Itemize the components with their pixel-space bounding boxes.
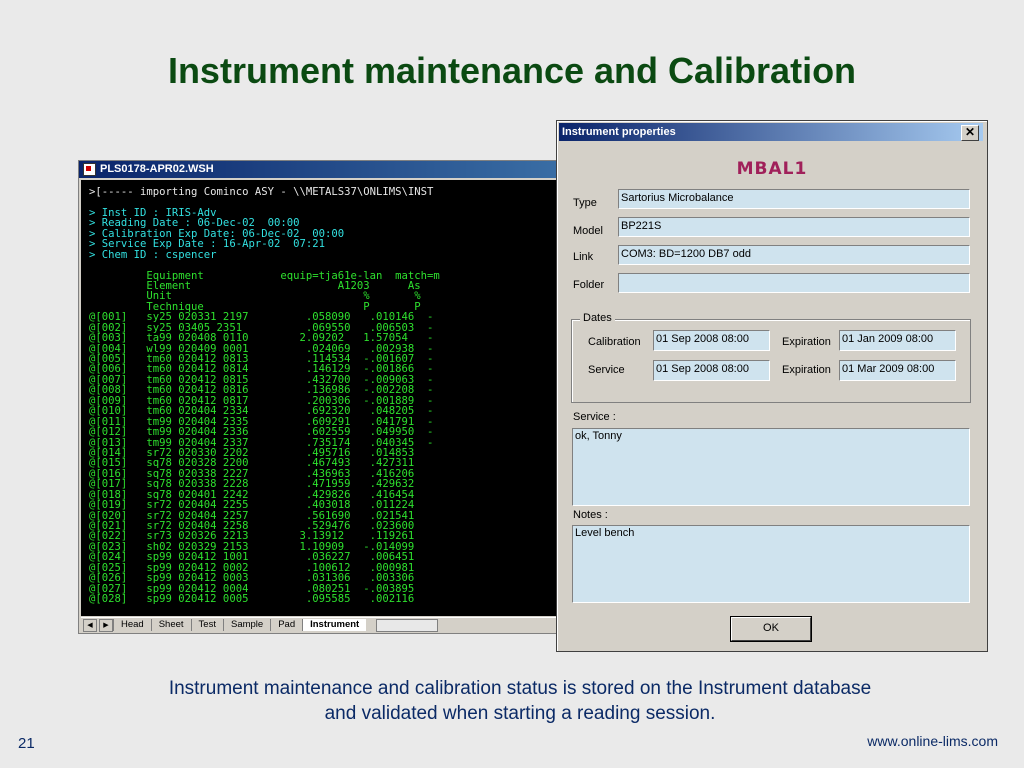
link-label: Link (573, 251, 594, 263)
close-icon[interactable]: ✕ (961, 125, 979, 141)
slide-title: Instrument maintenance and Calibration (167, 50, 857, 91)
type-label: Type (573, 197, 597, 209)
page-number: 21 (18, 735, 35, 752)
calibration-label: Calibration (588, 336, 641, 348)
terminal-line: @[003] ta99 020408 0110 2.09202 1.57054 … (89, 332, 434, 345)
terminal-line: @[019] sr72 020404 2255 .403018 .011224 (89, 499, 415, 512)
slide-caption: Instrument maintenance and calibration s… (60, 676, 980, 726)
terminal-titlebar: PLS0178-APR02.WSH (79, 161, 561, 178)
calibration-expiration-field[interactable]: 01 Jan 2009 08:00 (839, 330, 956, 351)
service-notes-label: Service : (573, 411, 616, 423)
service-date-field[interactable]: 01 Sep 2008 08:00 (653, 360, 770, 381)
service-expiration-label: Expiration (782, 364, 831, 376)
dates-group: Dates Calibration 01 Sep 2008 08:00 Expi… (571, 312, 971, 403)
horizontal-scrollbar[interactable] (376, 618, 439, 632)
calibration-date-field[interactable]: 01 Sep 2008 08:00 (653, 330, 770, 351)
ok-button[interactable]: OK (731, 617, 811, 641)
terminal-line: >[----- importing Cominco ASY - \\METALS… (89, 186, 434, 198)
instrument-id-heading: MBAL1 (736, 159, 808, 179)
terminal-line: > Chem ID : cspencer (89, 248, 217, 261)
type-field[interactable]: Sartorius Microbalance (618, 189, 970, 209)
dialog-titlebar: Instrument properties ✕ (559, 123, 983, 141)
tab-test[interactable]: Test (190, 619, 223, 631)
tab-sample[interactable]: Sample (222, 619, 270, 631)
terminal-line: @[028] sp99 020412 0005 .095585 .002116 (89, 593, 415, 606)
folder-field[interactable] (618, 273, 970, 293)
model-field[interactable]: BP221S (618, 217, 970, 237)
website-footer: www.online-lims.com (867, 733, 998, 749)
service-notes-textarea[interactable]: ok, Tonny (572, 428, 970, 506)
caption-line-2: and validated when starting a reading se… (324, 703, 716, 724)
tab-sheet[interactable]: Sheet (150, 619, 191, 631)
terminal-line: @[012] tm99 020404 2336 .602559 .049950 … (89, 426, 434, 439)
tab-head[interactable]: Head (113, 619, 151, 631)
dialog-title: Instrument properties (562, 126, 676, 138)
notes-label: Notes : (573, 509, 608, 521)
terminal-title: PLS0178-APR02.WSH (100, 163, 214, 175)
notes-textarea[interactable]: Level bench (572, 525, 970, 603)
instrument-properties-dialog: Instrument properties ✕ MBAL1 Type Sarto… (556, 120, 988, 652)
caption-line-1: Instrument maintenance and calibration s… (168, 678, 872, 699)
terminal-window: PLS0178-APR02.WSH >[----- importing Comi… (78, 160, 562, 634)
tab-scroll-left-icon[interactable]: ◀ (83, 618, 97, 632)
sheet-tabs: ◀ ▶ Head Sheet Test Sample Pad Instrument (81, 617, 559, 632)
app-icon (83, 163, 96, 176)
terminal-output: >[----- importing Cominco ASY - \\METALS… (81, 180, 559, 616)
link-field[interactable]: COM3: BD=1200 DB7 odd (618, 245, 970, 265)
tab-instrument[interactable]: Instrument (302, 619, 367, 631)
service-label: Service (588, 364, 625, 376)
calibration-expiration-label: Expiration (782, 336, 831, 348)
model-label: Model (573, 225, 603, 237)
tab-pad[interactable]: Pad (270, 619, 302, 631)
folder-label: Folder (573, 279, 605, 291)
dates-legend: Dates (580, 312, 615, 324)
service-expiration-field[interactable]: 01 Mar 2009 08:00 (839, 360, 956, 381)
tab-scroll-right-icon[interactable]: ▶ (99, 618, 113, 632)
